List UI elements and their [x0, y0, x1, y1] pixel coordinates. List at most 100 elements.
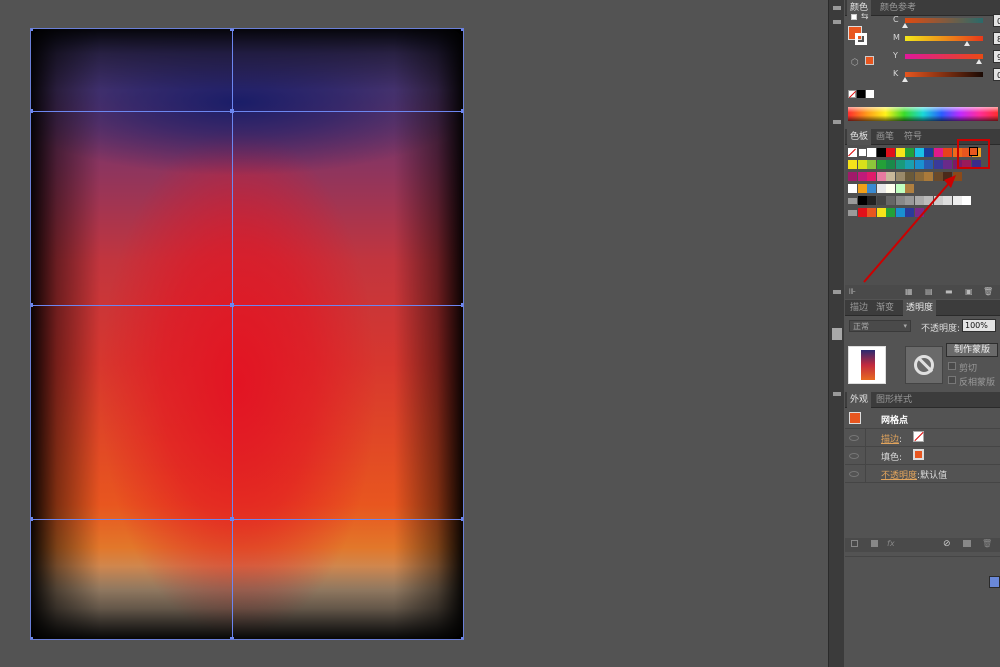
color-swatch[interactable]	[905, 184, 914, 193]
tab-swatches[interactable]: 色板	[847, 129, 872, 145]
black-slider-track[interactable]	[905, 72, 983, 77]
color-swatch[interactable]	[895, 196, 905, 205]
gradient-mesh-artwork[interactable]	[30, 28, 464, 640]
panel-dock-scrollbar[interactable]	[828, 0, 844, 667]
swatch-library-icon[interactable]: ⊪	[849, 287, 856, 296]
mesh-column-line[interactable]	[232, 29, 233, 639]
yellow-slider-track[interactable]	[905, 54, 983, 59]
color-swatch[interactable]	[886, 148, 895, 157]
swap-colors-icon[interactable]: ⇆	[861, 12, 869, 22]
cyan-slider-knob[interactable]	[902, 23, 908, 28]
yellow-value-input[interactable]: 95	[993, 50, 1000, 63]
yellow-slider-knob[interactable]	[976, 59, 982, 64]
color-swatch[interactable]	[867, 184, 876, 193]
color-swatch[interactable]	[886, 160, 895, 169]
color-group-folder-icon[interactable]	[848, 198, 857, 204]
color-swatch[interactable]	[886, 208, 895, 217]
color-swatch[interactable]	[933, 196, 943, 205]
tab-symbols[interactable]: 符号	[901, 129, 925, 145]
fill-color-swatch[interactable]	[913, 449, 924, 460]
mesh-point[interactable]	[31, 517, 33, 521]
mesh-point[interactable]	[31, 303, 33, 307]
mesh-point[interactable]	[31, 29, 33, 31]
color-swatch[interactable]	[914, 148, 924, 157]
object-thumbnail[interactable]	[848, 346, 886, 384]
color-swatch[interactable]	[895, 184, 905, 193]
fill-attribute-row[interactable]: 填色:	[881, 450, 902, 463]
add-fill-icon[interactable]	[871, 540, 878, 547]
color-swatch[interactable]	[867, 148, 876, 157]
color-swatch[interactable]	[867, 196, 876, 205]
color-spectrum-bar[interactable]	[848, 107, 998, 121]
color-swatch[interactable]	[867, 172, 876, 181]
clear-appearance-icon[interactable]: ⊘	[943, 539, 951, 549]
color-swatch[interactable]	[886, 196, 895, 205]
magenta-slider-knob[interactable]	[964, 41, 970, 46]
color-swatch[interactable]	[914, 196, 924, 205]
color-swatch[interactable]	[876, 148, 886, 157]
mesh-point[interactable]	[31, 109, 33, 113]
mesh-point[interactable]	[461, 29, 463, 31]
mesh-row-line[interactable]	[31, 111, 463, 112]
color-swatch[interactable]	[924, 196, 933, 205]
new-color-group-icon[interactable]: ▬	[945, 287, 953, 296]
color-swatch[interactable]	[924, 148, 933, 157]
stroke-attribute-row[interactable]: 描边:	[881, 432, 902, 445]
invert-mask-checkbox[interactable]	[948, 376, 956, 384]
eye-icon[interactable]	[849, 453, 859, 459]
color-swatch[interactable]	[924, 160, 933, 169]
swatch-options-icon[interactable]: ▤	[925, 287, 933, 296]
tab-appearance[interactable]: 外观	[847, 392, 872, 408]
color-swatch[interactable]	[924, 172, 933, 181]
duplicate-item-icon[interactable]	[963, 540, 971, 547]
color-swatch[interactable]	[857, 196, 867, 205]
color-swatch[interactable]	[933, 160, 943, 169]
color-swatch[interactable]	[876, 196, 886, 205]
opacity-attribute-row[interactable]: 不透明度:默认值	[881, 468, 947, 481]
color-swatch[interactable]	[905, 160, 914, 169]
color-group-folder-icon[interactable]	[848, 210, 857, 216]
black-value-input[interactable]: 0	[993, 68, 1000, 81]
blend-mode-select[interactable]: 正常 ▾	[849, 320, 911, 332]
color-swatch[interactable]	[895, 148, 905, 157]
tab-graphic-styles[interactable]: 图形样式	[873, 392, 915, 408]
make-mask-button[interactable]: 制作蒙版	[946, 343, 998, 357]
color-swatch[interactable]	[876, 172, 886, 181]
add-stroke-icon[interactable]	[851, 540, 858, 547]
color-swatch[interactable]	[867, 160, 876, 169]
color-swatch[interactable]	[886, 172, 895, 181]
color-swatch[interactable]	[914, 160, 924, 169]
color-swatch[interactable]	[905, 148, 914, 157]
mesh-row-line[interactable]	[31, 305, 463, 306]
color-swatch[interactable]	[952, 196, 962, 205]
color-swatch[interactable]	[914, 208, 924, 217]
tab-stroke[interactable]: 描边	[847, 300, 871, 316]
eye-icon[interactable]	[849, 435, 859, 441]
mesh-point[interactable]	[461, 303, 463, 307]
mesh-row-line[interactable]	[31, 519, 463, 520]
color-swatch[interactable]	[943, 172, 952, 181]
canvas-area[interactable]	[0, 0, 828, 667]
color-swatch[interactable]	[905, 208, 914, 217]
color-swatch[interactable]	[905, 196, 914, 205]
tab-transparency[interactable]: 透明度	[903, 300, 937, 316]
color-swatch[interactable]	[895, 208, 905, 217]
color-swatch[interactable]	[943, 196, 952, 205]
mesh-point[interactable]	[230, 517, 234, 521]
opacity-input[interactable]: 100%	[962, 319, 996, 332]
color-swatch[interactable]	[952, 172, 962, 181]
mesh-point[interactable]	[461, 109, 463, 113]
cyan-slider-track[interactable]	[905, 18, 983, 23]
mesh-point[interactable]	[461, 637, 463, 639]
tab-brushes[interactable]: 画笔	[873, 129, 897, 145]
trash-icon[interactable]: 🗑	[983, 287, 993, 296]
eye-icon[interactable]	[849, 471, 859, 477]
color-swatch[interactable]	[943, 148, 952, 157]
show-kinds-icon[interactable]: ▦	[905, 287, 913, 296]
delete-item-icon[interactable]: 🗑	[982, 539, 992, 548]
color-swatch[interactable]	[876, 184, 886, 193]
tab-gradient[interactable]: 渐变	[873, 300, 897, 316]
opacity-attribute-link[interactable]: 不透明度	[881, 471, 917, 481]
color-swatch[interactable]	[857, 208, 867, 217]
registration-swatch[interactable]	[857, 148, 867, 157]
